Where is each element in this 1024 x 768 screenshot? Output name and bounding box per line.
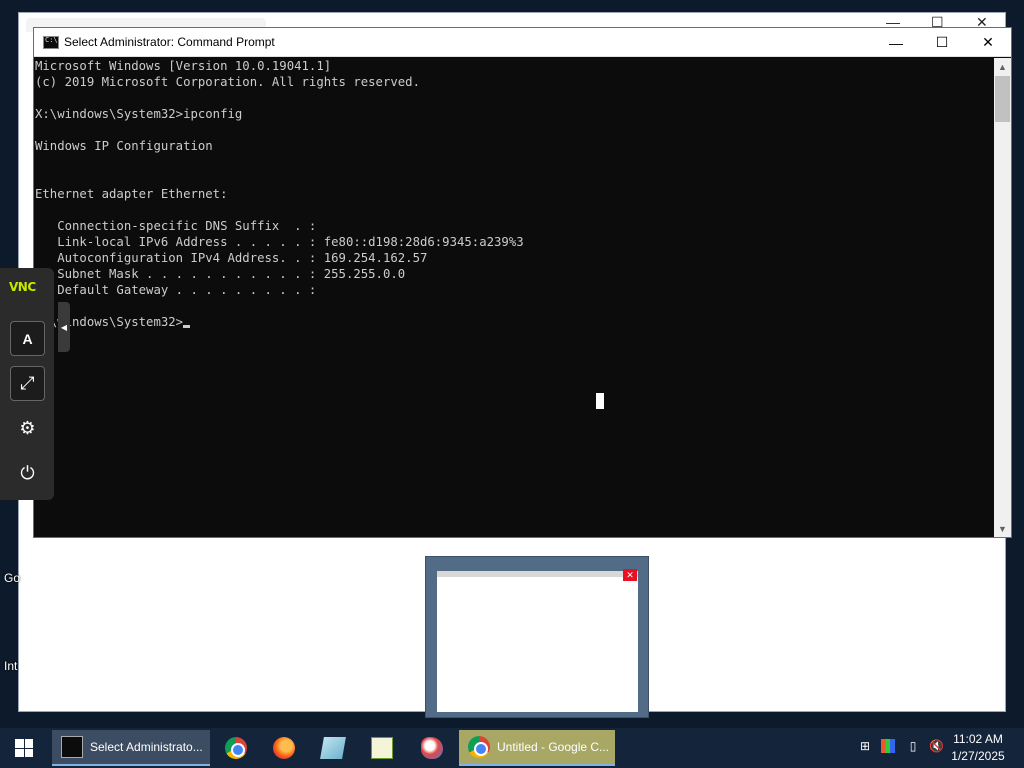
console-line: Autoconfiguration IPv4 Address. . : 169.…	[35, 251, 428, 265]
console-prompt-line[interactable]: X:\windows\System32>	[34, 314, 994, 330]
taskbar-item-label: Select Administrato...	[90, 740, 203, 754]
close-button[interactable]: ✕	[965, 28, 1011, 57]
volume-muted-icon[interactable]: 🔇	[929, 739, 944, 753]
clock-time: 11:02 AM	[953, 732, 1003, 746]
taskbar-item-cmd[interactable]: Select Administrato...	[52, 730, 210, 766]
desktop-label-2[interactable]: Int	[4, 659, 17, 673]
keyboard-a-icon[interactable]: A	[10, 321, 45, 356]
chrome-icon[interactable]	[225, 737, 247, 759]
console-line: Subnet Mask . . . . . . . . . . . : 255.…	[35, 267, 406, 281]
thumbnail-page	[437, 571, 638, 712]
taskbar-item-chrome[interactable]: Untitled - Google C...	[459, 730, 615, 766]
cmd-title: Select Administrator: Command Prompt	[64, 35, 275, 49]
collapse-handle-icon[interactable]: ◀	[58, 302, 70, 352]
power-icon[interactable]: ⏻	[10, 456, 45, 491]
start-button[interactable]	[0, 728, 48, 768]
paint-app-icon[interactable]	[421, 737, 443, 759]
windows-logo-icon	[15, 739, 33, 757]
cmd-icon	[61, 736, 83, 758]
color-icon[interactable]	[881, 739, 895, 753]
notes-app-icon[interactable]	[320, 737, 346, 759]
cmd-titlebar[interactable]: Select Administrator: Command Prompt — ☐…	[34, 28, 1011, 57]
settings-icon[interactable]: ⚙	[10, 411, 45, 446]
console-line: Windows IP Configuration	[35, 139, 213, 153]
console-line: (c) 2019 Microsoft Corporation. All righ…	[35, 75, 420, 89]
console-line: Ethernet adapter Ethernet:	[35, 187, 228, 201]
chrome-thumbnail-preview[interactable]: ✕	[425, 556, 649, 718]
system-clock[interactable]: 11:02 AM 1/27/2025	[948, 731, 1008, 765]
vnc-logo: VNC	[9, 280, 36, 294]
text-editor-icon[interactable]	[371, 737, 393, 759]
firefox-icon[interactable]	[273, 737, 295, 759]
desktop-label-1[interactable]: Go	[4, 571, 20, 585]
console-line: X:\windows\System32>ipconfig	[35, 107, 243, 121]
text-cursor	[183, 325, 191, 328]
cmd-app-icon	[43, 36, 59, 49]
console-line: Connection-specific DNS Suffix . :	[35, 219, 317, 233]
scale-icon[interactable]: ⤢	[10, 366, 45, 401]
clock-date: 1/27/2025	[951, 749, 1005, 763]
console-line: Default Gateway . . . . . . . . . :	[35, 283, 317, 297]
command-prompt-window[interactable]: Select Administrator: Command Prompt — ☐…	[33, 27, 1012, 538]
minimize-button[interactable]: —	[873, 28, 919, 57]
taskbar: Select Administrato... Untitled - Google…	[0, 728, 1024, 768]
taskbar-item-label: Untitled - Google C...	[497, 740, 610, 754]
vertical-scrollbar[interactable]: ▲ ▼	[994, 58, 1011, 537]
mouse-pointer-icon: ➤	[938, 632, 952, 649]
network-icon[interactable]: ⊞	[858, 739, 872, 753]
vnc-toolbar: VNC A ⤢ ⚙ ⏻	[0, 268, 54, 500]
maximize-button[interactable]: ☐	[919, 28, 965, 57]
ibeam-cursor-icon	[596, 393, 604, 409]
thumbnail-close-icon[interactable]: ✕	[623, 569, 637, 581]
console-line: Link-local IPv6 Address . . . . . : fe80…	[35, 235, 524, 249]
scroll-thumb[interactable]	[995, 76, 1010, 122]
console-line: Microsoft Windows [Version 10.0.19041.1]	[35, 59, 332, 73]
usb-icon[interactable]: ▯	[906, 739, 920, 753]
chrome-icon	[468, 736, 490, 758]
console-output[interactable]: Microsoft Windows [Version 10.0.19041.1]…	[34, 58, 994, 537]
scroll-up-icon[interactable]: ▲	[994, 58, 1011, 75]
scroll-down-icon[interactable]: ▼	[994, 520, 1011, 537]
